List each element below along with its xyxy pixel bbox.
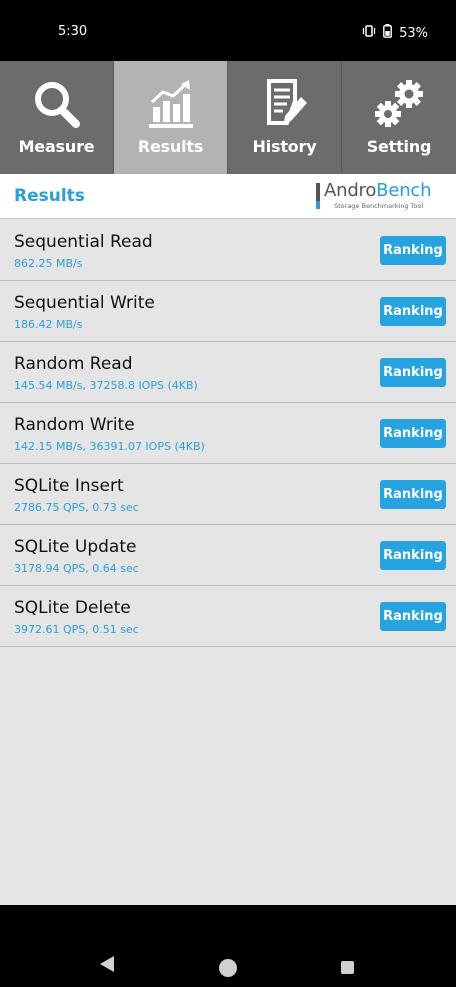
result-row-sqlite-insert: SQLite Insert 2786.75 QPS, 0.73 sec Rank… [0, 464, 456, 525]
ranking-button[interactable]: Ranking [380, 480, 446, 509]
top-tab-bar: Measure Results History Setting [0, 61, 456, 174]
tab-setting[interactable]: Setting [342, 61, 456, 174]
ranking-button[interactable]: Ranking [380, 358, 446, 387]
tab-measure-label: Measure [18, 137, 95, 156]
result-name: SQLite Delete [14, 598, 131, 618]
result-name: SQLite Insert [14, 476, 124, 496]
logo-andro: Andro [324, 180, 377, 201]
page-title: Results [14, 186, 85, 206]
back-icon[interactable] [99, 955, 115, 973]
result-name: Sequential Read [14, 232, 153, 252]
result-value: 3972.61 QPS, 0.51 sec [14, 623, 139, 636]
result-row-sqlite-delete: SQLite Delete 3972.61 QPS, 0.51 sec Rank… [0, 586, 456, 647]
result-row-sequential-write: Sequential Write 186.42 MB/s Ranking [0, 281, 456, 342]
ranking-button[interactable]: Ranking [380, 602, 446, 631]
ranking-button[interactable]: Ranking [380, 419, 446, 448]
logo-text: AndroBench [324, 180, 432, 201]
magnifier-icon [34, 82, 80, 128]
result-row-random-read: Random Read 145.54 MB/s, 37258.8 IOPS (4… [0, 342, 456, 403]
logo-bench: Bench [376, 180, 432, 201]
logo-subtitle: Storage Benchmarking Tool [334, 202, 424, 210]
result-name: Sequential Write [14, 293, 155, 313]
results-list: Sequential Read 862.25 MB/s Ranking Sequ… [0, 220, 456, 647]
system-nav-bar [0, 905, 456, 987]
results-header: Results AndroBench Storage Benchmarking … [0, 174, 456, 219]
result-value: 186.42 MB/s [14, 318, 83, 331]
battery-percent: 53% [399, 25, 428, 41]
ranking-button[interactable]: Ranking [380, 236, 446, 265]
tab-history[interactable]: History [228, 61, 342, 174]
result-value: 3178.94 QPS, 0.64 sec [14, 562, 139, 575]
status-icons: 53% [362, 24, 428, 42]
status-time: 5:30 [58, 24, 88, 39]
home-icon[interactable] [219, 959, 237, 977]
result-name: Random Read [14, 354, 133, 374]
document-edit-icon [266, 79, 307, 125]
app-root: 5:30 53% Measure Results History Setting… [0, 0, 456, 987]
tab-setting-label: Setting [366, 137, 432, 156]
status-bar: 5:30 53% [0, 0, 456, 61]
result-row-sqlite-update: SQLite Update 3178.94 QPS, 0.64 sec Rank… [0, 525, 456, 586]
result-row-random-write: Random Write 142.15 MB/s, 36391.07 IOPS … [0, 403, 456, 464]
tab-history-label: History [252, 137, 317, 156]
battery-icon [383, 24, 392, 42]
result-name: SQLite Update [14, 537, 137, 557]
androbench-logo: AndroBench Storage Benchmarking Tool [316, 180, 441, 213]
vibrate-icon [362, 25, 376, 41]
tab-results-label: Results [137, 137, 204, 156]
gears-icon [375, 80, 423, 127]
result-value: 862.25 MB/s [14, 257, 83, 270]
ranking-button[interactable]: Ranking [380, 541, 446, 570]
result-value: 2786.75 QPS, 0.73 sec [14, 501, 139, 514]
result-value: 145.54 MB/s, 37258.8 IOPS (4KB) [14, 379, 198, 392]
logo-bar-accent [316, 201, 320, 209]
tab-results[interactable]: Results [114, 61, 228, 174]
recent-apps-icon[interactable] [341, 961, 354, 974]
result-value: 142.15 MB/s, 36391.07 IOPS (4KB) [14, 440, 205, 453]
result-name: Random Write [14, 415, 135, 435]
ranking-button[interactable]: Ranking [380, 297, 446, 326]
chart-icon [148, 80, 193, 128]
result-row-sequential-read: Sequential Read 862.25 MB/s Ranking [0, 220, 456, 281]
tab-measure[interactable]: Measure [0, 61, 114, 174]
